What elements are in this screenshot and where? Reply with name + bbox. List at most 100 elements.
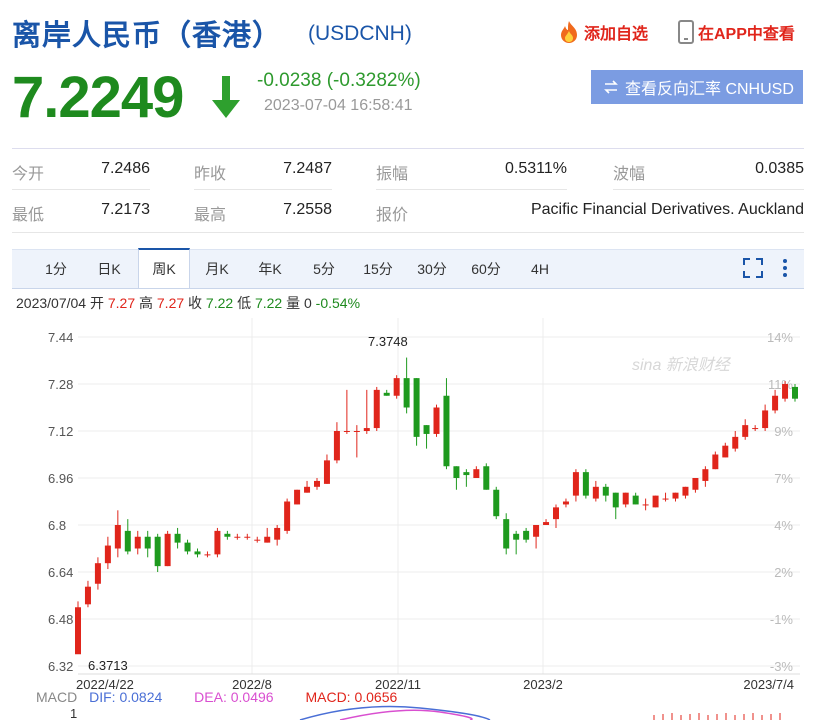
candle-body	[184, 542, 191, 552]
quote-time: 2023-07-04 16:58:41	[264, 97, 413, 114]
candle-body	[134, 536, 141, 549]
candle-body	[503, 519, 510, 549]
candle-body	[523, 530, 530, 540]
candle-body	[294, 489, 301, 505]
candle-body	[602, 486, 609, 496]
candle-body	[572, 472, 579, 496]
stats-table: 今开 7.2486 昨收 7.2487 振幅 0.5311% 波幅 0.0385…	[12, 148, 804, 233]
max-price-label: 7.3748	[368, 334, 408, 349]
ohlc-high: 7.27	[156, 295, 185, 311]
stat-label: 今开	[12, 166, 45, 183]
ohlc-vol-label: 量	[286, 295, 301, 311]
tab-1min[interactable]: 1分	[34, 250, 78, 288]
tab-5min[interactable]: 5分	[302, 250, 346, 288]
divider	[12, 232, 804, 233]
candle-body	[612, 492, 619, 508]
candle-body	[622, 492, 629, 505]
stat-value: 0.0385	[755, 160, 804, 177]
right-tick-label: -1%	[770, 612, 794, 627]
macd-value: MACD: 0.0656	[305, 689, 398, 705]
candle-body	[702, 469, 709, 481]
tab-weekly[interactable]: 周K	[138, 248, 190, 288]
candle-body	[443, 395, 450, 467]
stat-label: 最低	[12, 207, 45, 224]
candle-body	[463, 472, 470, 476]
y-tick-label: 7.44	[48, 330, 73, 345]
candle-body	[353, 431, 360, 432]
candle-body	[164, 533, 171, 567]
more-icon[interactable]	[780, 258, 790, 280]
stat-label: 波幅	[613, 166, 646, 183]
candle-body	[314, 480, 320, 487]
flame-icon	[561, 21, 577, 43]
ohlc-low: 7.22	[254, 295, 283, 311]
candle-body	[483, 466, 490, 490]
x-tick-label: 2023/7/4	[743, 677, 794, 692]
stat-label: 最高	[194, 207, 227, 224]
candle-body	[373, 389, 380, 429]
tab-60min[interactable]: 60分	[464, 250, 508, 288]
candle-body	[244, 536, 251, 538]
candle-body	[772, 395, 779, 411]
tab-15min[interactable]: 15分	[356, 250, 400, 288]
candle-body	[274, 527, 281, 540]
candle-body	[543, 522, 550, 525]
ohlc-open-label: 开	[89, 295, 104, 311]
arrow-down-icon	[212, 76, 240, 118]
candle-body	[383, 392, 390, 396]
candle-body	[323, 460, 330, 484]
candlestick-chart[interactable]: 7.44 14% 7.28 11% 7.12 9% 6.96 7% 6.8 4% 6.64 2% 6.4…	[0, 318, 819, 720]
stat-label: 昨收	[194, 166, 227, 183]
tab-daily[interactable]: 日K	[87, 250, 131, 288]
candle-body	[204, 554, 211, 556]
candle-body	[234, 536, 241, 538]
candle-body	[792, 386, 798, 399]
macd-legend: MACD DIF: 0.0824 DEA: 0.0496 MACD: 0.065…	[36, 689, 397, 705]
y-tick-label: 6.96	[48, 471, 73, 486]
y-tick-label: 6.32	[48, 659, 73, 674]
candle-body	[722, 445, 729, 458]
stat-value: 7.2486	[101, 160, 150, 177]
x-tick-label: 2023/2	[523, 677, 563, 692]
candle-body	[672, 492, 679, 499]
period-tabs: 1分 日K 周K 月K 年K 5分 15分 30分 60分 4H	[12, 248, 804, 289]
candle-body	[762, 410, 769, 429]
watermark: sina 新浪财经	[632, 356, 732, 374]
candle-body	[84, 586, 91, 605]
candle-body	[553, 507, 559, 520]
candle-body	[473, 469, 480, 478]
instrument-title: 离岸人民币（香港）	[12, 20, 283, 52]
candle-body	[632, 495, 639, 505]
macd-dea: DEA: 0.0496	[194, 689, 274, 705]
y-tick-label: 6.48	[48, 612, 73, 627]
candle-body	[114, 525, 121, 549]
tab-4h[interactable]: 4H	[518, 250, 562, 288]
fullscreen-icon[interactable]	[743, 258, 763, 278]
candle-body	[264, 536, 271, 543]
candle-body	[413, 378, 420, 437]
candle-body	[224, 533, 231, 537]
stat-value: 7.2558	[283, 201, 332, 218]
ohlc-close: 7.22	[205, 295, 234, 311]
candle-body	[194, 551, 201, 555]
candle-body	[363, 428, 370, 431]
tab-monthly[interactable]: 月K	[195, 250, 239, 288]
view-in-app-label: 在APP中查看	[698, 26, 795, 43]
add-watchlist-label: 添加自选	[584, 26, 649, 43]
tab-30min[interactable]: 30分	[410, 250, 454, 288]
candle-body	[692, 478, 699, 490]
candle-body	[304, 486, 311, 493]
candle-body	[453, 466, 460, 478]
y-tick-label: 7.12	[48, 424, 73, 439]
candle-body	[433, 407, 440, 434]
candle-body	[284, 501, 291, 531]
ohlc-summary: 2023/07/04 开 7.27 高 7.27 收 7.22 低 7.22 量…	[16, 293, 360, 313]
candle-body	[174, 533, 181, 543]
tab-yearly[interactable]: 年K	[248, 250, 292, 288]
add-watchlist-button[interactable]: 添加自选	[558, 20, 648, 44]
candle-body	[154, 536, 161, 567]
stats-row: 最低 7.2173 最高 7.2558 报价 Pacific Financial…	[12, 190, 804, 233]
reverse-rate-button[interactable]: 查看反向汇率 CNHUSD	[591, 70, 803, 104]
view-in-app-button[interactable]: 在APP中查看	[678, 20, 795, 44]
ohlc-close-label: 收	[188, 295, 203, 311]
